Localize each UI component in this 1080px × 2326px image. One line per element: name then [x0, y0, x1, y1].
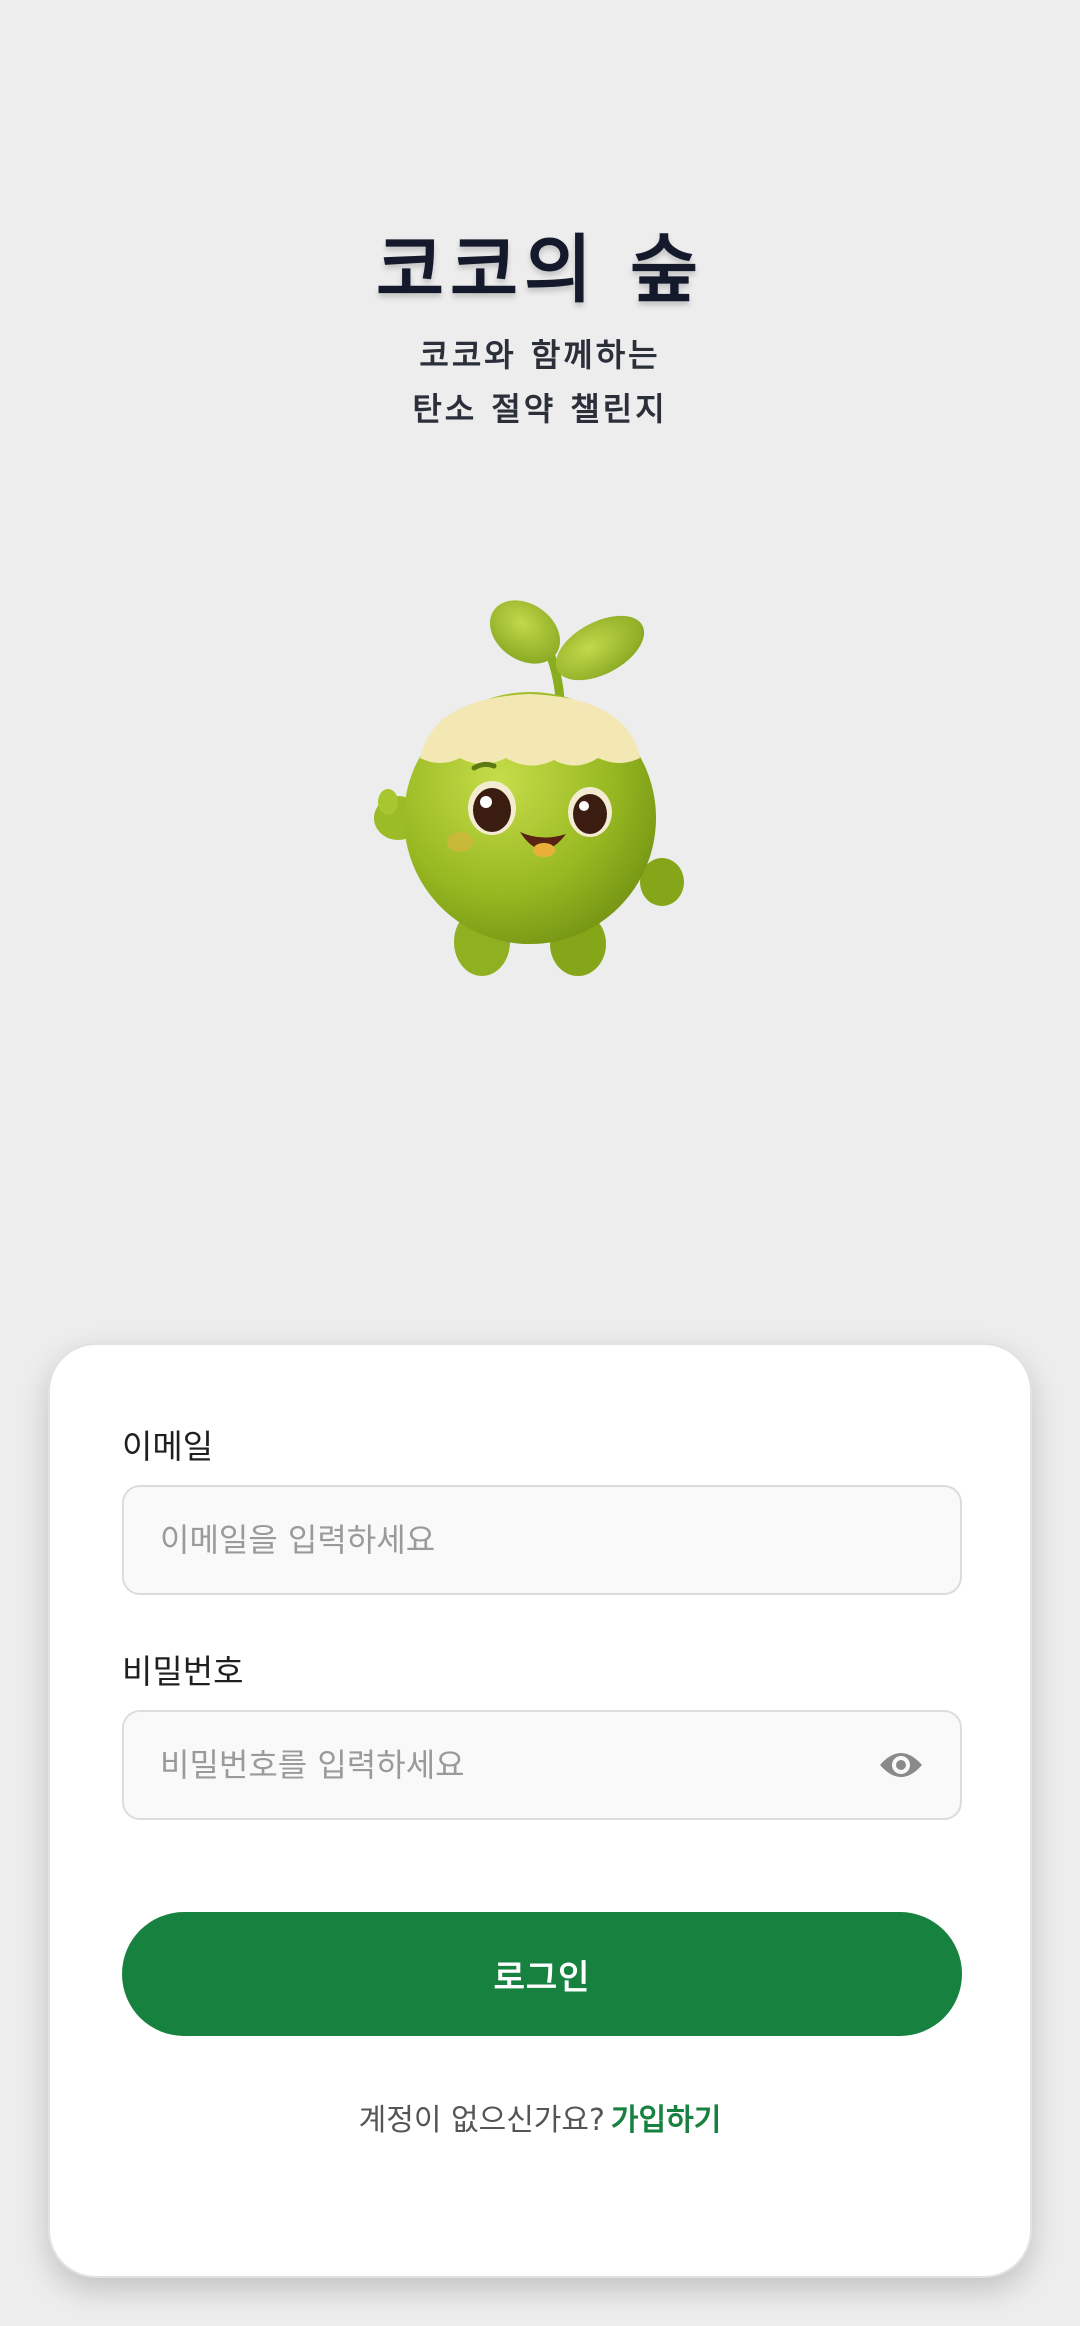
email-label: 이메일 — [122, 1427, 214, 1466]
signup-link[interactable]: 가입하기 — [611, 2103, 721, 2138]
email-input[interactable] — [160, 1487, 900, 1593]
password-field-container — [122, 1710, 962, 1820]
app-subtitle-line1: 코코와 함께하는 — [419, 336, 661, 374]
app-subtitle-line2: 탄소 절약 챌린지 — [412, 390, 668, 428]
password-label: 비밀번호 — [122, 1652, 244, 1691]
login-button[interactable]: 로그인 — [122, 1912, 962, 2036]
signup-row: 계정이 없으신가요? 가입하기 — [50, 2095, 1030, 2139]
email-field-container — [122, 1485, 962, 1595]
eye-icon[interactable] — [878, 1747, 924, 1783]
signup-prompt: 계정이 없으신가요? — [358, 2103, 605, 2138]
app-title: 코코의 숲 — [375, 227, 705, 313]
sprout-mascot-icon — [374, 600, 684, 976]
login-card: 이메일 비밀번호 로그인 계정이 없으신가요?가입하기 — [48, 1343, 1032, 2278]
password-input[interactable] — [160, 1712, 900, 1818]
